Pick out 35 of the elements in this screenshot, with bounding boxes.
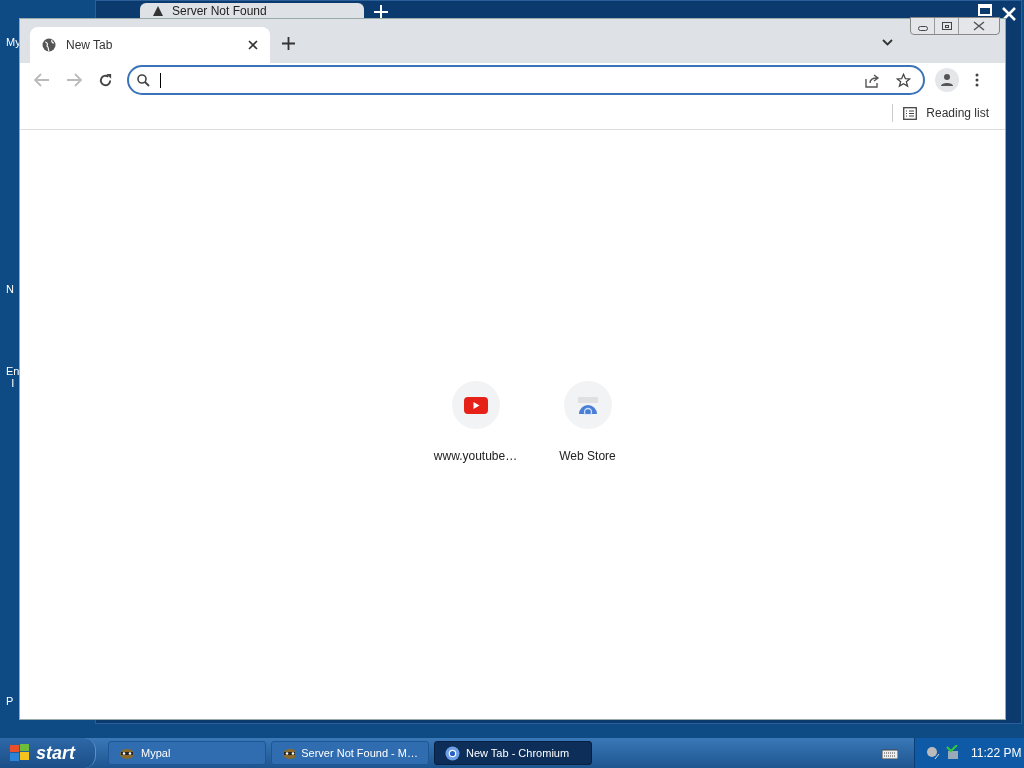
text-cursor [160,72,161,88]
shortcut-tile[interactable]: www.youtube… [423,381,528,719]
windows-flag-icon [10,744,30,762]
tab-title: Server Not Found [172,4,267,18]
address-field[interactable] [127,65,925,95]
close-icon[interactable] [248,40,258,50]
store-icon [576,395,599,415]
taskbar-button[interactable]: Server Not Found - M… [271,741,429,765]
list-icon [903,106,918,120]
shortcut-tile[interactable]: Web Store [535,381,640,719]
desktop-icon-label[interactable]: P [6,695,14,707]
globe-icon [42,38,56,52]
desktop-icon-label[interactable]: I [11,377,15,389]
plus-icon[interactable] [282,37,295,50]
taskbar-button[interactable]: New Tab - Chromium [434,741,592,765]
system-tray: 11:22 PM [914,738,1024,768]
window-tab[interactable]: Server Not Found [140,3,364,19]
reload-icon[interactable] [98,72,113,88]
network-icon[interactable] [945,745,961,761]
taskbar-button[interactable]: Mypal [108,741,266,765]
chevron-down-icon[interactable] [882,39,893,46]
star-icon[interactable] [896,72,911,88]
profile-icon[interactable] [935,68,959,92]
desktop-icon-label[interactable]: En [6,365,20,377]
chromium-logo-icon [445,745,460,761]
play-logo-icon [463,396,488,414]
more-menu-icon[interactable] [975,73,979,87]
browser-tab[interactable]: New Tab [30,27,270,63]
search-icon [137,73,150,87]
close-icon [973,21,985,31]
keyboard-icon[interactable] [882,747,898,759]
desktop-icon-label[interactable]: N [6,283,14,295]
reading-list-button[interactable]: Reading list [903,104,989,122]
start-button[interactable]: start [0,738,96,768]
share-icon[interactable] [864,72,880,88]
